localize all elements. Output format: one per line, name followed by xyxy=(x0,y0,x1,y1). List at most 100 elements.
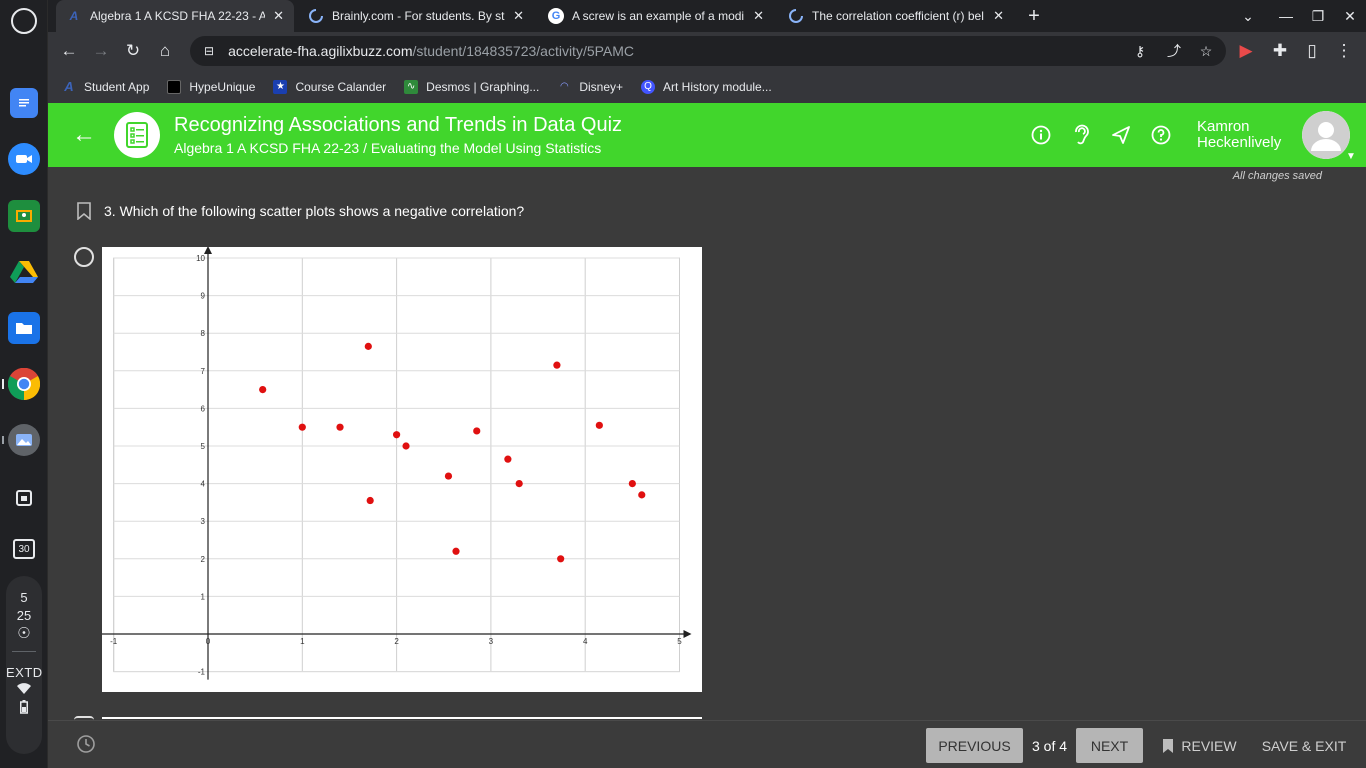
close-icon[interactable]: ✕ xyxy=(513,8,524,24)
menu-icon[interactable]: ⋮ xyxy=(1332,39,1356,63)
bookmark-label: Course Calander xyxy=(295,79,387,94)
info-icon[interactable] xyxy=(1029,123,1053,147)
user-name[interactable]: Kamron Heckenlively xyxy=(1197,119,1281,151)
plot-grid xyxy=(113,257,680,673)
star-icon: ★ xyxy=(273,79,288,94)
y-tick-label: 10 xyxy=(196,254,205,263)
bookmark-hypeunique[interactable]: HypeUnique xyxy=(167,79,255,94)
send-icon[interactable] xyxy=(1109,123,1133,147)
files-icon[interactable] xyxy=(8,312,40,344)
answer-option-b-plot[interactable] xyxy=(102,717,702,719)
save-exit-button[interactable]: SAVE & EXIT xyxy=(1258,728,1350,763)
y-tick-label: 1 xyxy=(201,592,206,601)
scatter-point xyxy=(473,427,481,435)
scatter-point xyxy=(364,342,372,350)
answer-option-a-plot[interactable]: -1 0 1 2 3 4 5 -1 1 2 3 4 5 6 7 8 9 10 xyxy=(102,246,702,692)
tab-brainly[interactable]: Brainly.com - For students. By st ✕ xyxy=(298,0,534,32)
scatter-point xyxy=(452,547,460,555)
tab-title: Brainly.com - For students. By st xyxy=(332,9,505,23)
close-icon[interactable]: ✕ xyxy=(993,8,1004,24)
x-axis-arrow-icon xyxy=(683,630,692,638)
bookmark-label: Art History module... xyxy=(663,79,772,94)
tab-google[interactable]: G A screw is an example of a modi ✕ xyxy=(538,0,774,32)
extensions-icon[interactable]: ✚ xyxy=(1268,39,1292,63)
previous-button[interactable]: PREVIOUS xyxy=(926,728,1023,763)
launcher-icon[interactable] xyxy=(11,8,37,34)
browser-toolbar: ← → ↻ ⌂ ⊟ accelerate-fha.agilixbuzz.com /… xyxy=(48,32,1366,70)
tab-search-icon[interactable]: ⌄ xyxy=(1232,0,1264,32)
forward-icon[interactable]: → xyxy=(89,39,113,63)
bookmark-art-history[interactable]: Q Art History module... xyxy=(641,79,772,94)
google-drive-icon[interactable] xyxy=(8,256,40,288)
bookmark-student-app[interactable]: A Student App xyxy=(62,79,150,94)
next-button[interactable]: NEXT xyxy=(1076,728,1143,763)
tab-agilix[interactable]: A Algebra 1 A KCSD FHA 22-23 - A ✕ xyxy=(56,0,294,32)
close-icon[interactable]: ✕ xyxy=(273,8,284,24)
y-tick-label: 6 xyxy=(201,404,206,413)
home-icon[interactable]: ⌂ xyxy=(153,39,177,63)
scatter-point xyxy=(553,361,561,369)
bookmark-course-calander[interactable]: ★ Course Calander xyxy=(273,79,387,94)
y-axis-arrow-icon xyxy=(204,246,212,254)
extension-record-icon[interactable]: ▶ xyxy=(1234,39,1258,63)
window-close-icon[interactable]: ✕ xyxy=(1334,0,1366,32)
bookmark-label: Desmos | Graphing... xyxy=(426,79,540,94)
y-tick-label: 3 xyxy=(201,517,206,526)
scatter-plot: -1 0 1 2 3 4 5 -1 1 2 3 4 5 6 7 8 9 10 xyxy=(102,246,692,680)
user-menu-caret-icon[interactable]: ▼ xyxy=(1346,151,1356,162)
extd-label: EXTD xyxy=(6,665,43,680)
review-button[interactable]: REVIEW xyxy=(1160,728,1238,763)
reload-icon[interactable]: ↻ xyxy=(121,39,145,63)
y-tick-label: 2 xyxy=(201,555,206,564)
bookmark-star-icon[interactable]: ☆ xyxy=(1196,41,1216,61)
new-tab-button[interactable]: + xyxy=(1018,0,1050,32)
quiz-icon xyxy=(114,112,160,158)
site-info-icon[interactable]: ⊟ xyxy=(204,44,214,58)
tab-correlation[interactable]: The correlation coefficient (r) bel ✕ xyxy=(778,0,1014,32)
zoom-icon[interactable] xyxy=(8,143,40,175)
back-arrow-icon[interactable]: ← xyxy=(70,121,98,149)
save-status: All changes saved xyxy=(1232,170,1322,182)
address-bar[interactable]: ⊟ accelerate-fha.agilixbuzz.com/student/… xyxy=(190,36,1226,66)
bookmark-label: Student App xyxy=(84,79,150,94)
close-icon[interactable]: ✕ xyxy=(753,8,764,24)
calendar-icon[interactable]: 30 xyxy=(8,533,40,565)
url-path: /student/184835723/activity/5PAMC xyxy=(412,43,635,59)
google-classroom-icon[interactable] xyxy=(8,200,40,232)
user-first-name: Kamron xyxy=(1197,118,1250,135)
bookmarks-bar: A Student App HypeUnique ★ Course Calander… xyxy=(48,70,1366,103)
bookmark-disney[interactable]: ◠ Disney+ xyxy=(557,80,623,94)
y-tick-label: -1 xyxy=(198,668,206,677)
restore-icon[interactable]: ❐ xyxy=(1302,0,1334,32)
google-icon: G xyxy=(548,8,564,24)
scatter-point xyxy=(259,386,267,394)
url-host: accelerate-fha.agilixbuzz.com xyxy=(228,43,413,59)
minimize-icon[interactable]: — xyxy=(1270,0,1302,32)
back-icon[interactable]: ← xyxy=(57,39,81,63)
x-tick-label: 2 xyxy=(394,637,399,646)
scatter-point xyxy=(595,421,603,429)
y-tick-label: 4 xyxy=(201,480,206,489)
share-icon[interactable]: ⤴ xyxy=(1164,41,1184,61)
avatar[interactable] xyxy=(1302,111,1350,159)
status-tray[interactable]: 5 25 ☉ EXTD xyxy=(6,576,42,754)
help-icon[interactable] xyxy=(1149,123,1173,147)
scatter-point xyxy=(638,491,646,499)
bookmark-question-icon[interactable] xyxy=(76,202,92,221)
google-docs-icon[interactable] xyxy=(10,88,38,118)
hype-icon xyxy=(167,79,182,94)
tab-strip: A Algebra 1 A KCSD FHA 22-23 - A ✕ Brain… xyxy=(48,0,1366,32)
screenshot-icon[interactable] xyxy=(8,482,40,514)
gallery-icon[interactable] xyxy=(8,424,40,456)
bookmark-desmos[interactable]: ∿ Desmos | Graphing... xyxy=(404,79,540,94)
agilix-icon: A xyxy=(69,9,79,23)
key-icon[interactable]: ⚷ xyxy=(1130,41,1150,61)
scatter-point xyxy=(504,455,512,463)
answer-option-a-radio[interactable] xyxy=(74,247,94,267)
hearing-icon[interactable] xyxy=(1069,123,1093,147)
active-app-indicator xyxy=(2,379,4,389)
chrome-icon[interactable] xyxy=(8,368,40,400)
browser-window: A Algebra 1 A KCSD FHA 22-23 - A ✕ Brain… xyxy=(48,0,1366,103)
clock-icon[interactable] xyxy=(76,734,96,754)
side-panel-icon[interactable]: ▯ xyxy=(1300,39,1324,63)
